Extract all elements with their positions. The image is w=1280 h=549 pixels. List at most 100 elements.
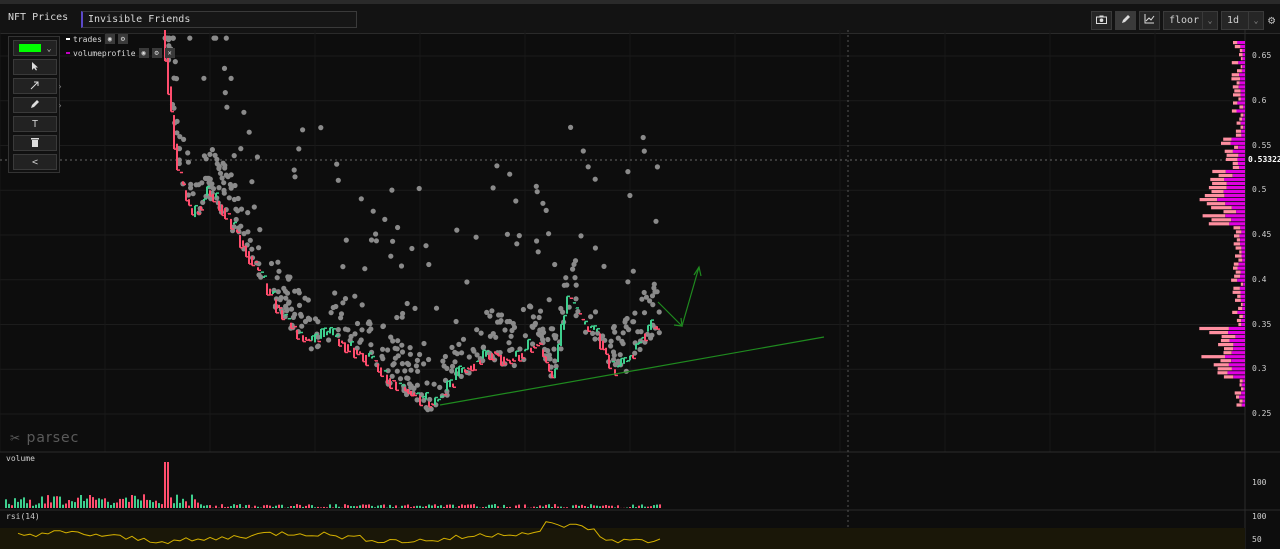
trade-point [334,161,340,167]
trade-point [207,151,213,157]
close-icon[interactable]: ✕ [164,48,175,58]
profile-bar [1242,399,1245,403]
profile-bar [1239,117,1243,121]
brush-tool-button[interactable]: › [13,97,62,113]
trade-point [389,373,395,379]
trade-point [640,134,646,141]
trade-point [625,169,631,175]
arrow-drawing [657,266,700,328]
trade-point [385,347,391,353]
eye-icon[interactable]: ◉ [138,48,149,58]
profile-bar [1238,322,1242,327]
trade-point [466,370,472,376]
interval-select[interactable]: 1d ⌄ [1221,11,1264,30]
profile-bar [1238,306,1243,310]
price-axis-tick: 0.35 [1252,319,1272,329]
metric-select[interactable]: floor ⌄ [1163,11,1218,30]
volume-bar [272,506,274,508]
chevron-right-icon[interactable]: › [56,79,64,93]
delete-drawings-button[interactable] [13,135,57,151]
screenshot-button[interactable] [1091,11,1112,30]
volume-bar [575,504,577,508]
profile-bar [1238,145,1245,149]
legend-trades[interactable]: trades ◉ ⚙ [66,34,128,44]
volume-bar [437,506,439,508]
arrow-tool-icon [30,80,40,93]
draw-toggle-button[interactable] [1115,11,1136,30]
chart-type-button[interactable] [1139,11,1160,30]
trade-point [546,231,552,237]
volume-bar [308,504,310,508]
trade-point [314,344,321,350]
trade-point [498,318,504,324]
trade-point [592,245,599,251]
profile-bar [1212,181,1227,186]
metric-select-value: floor [1169,15,1200,26]
volume-bar [302,506,304,508]
trade-point [650,302,656,308]
trade-point [535,249,541,255]
volume-bar [26,503,28,508]
trade-point [546,297,552,303]
volume-bar [275,505,277,508]
arrow-tool-button[interactable]: › [13,78,62,94]
profile-bar [1235,298,1241,302]
gear-icon[interactable]: ⚙ [151,48,162,58]
trade-point [340,264,346,270]
profile-bar [1234,391,1242,395]
volume-bar [560,506,562,508]
volume-bar [116,502,118,508]
volume-bar [332,507,334,508]
profile-bar [1240,77,1245,81]
volume-bar [353,506,355,508]
trade-point [170,35,176,41]
price-chart[interactable] [0,30,1280,549]
gear-icon[interactable]: ⚙ [1268,14,1280,26]
trade-point [254,154,260,160]
trade-point [601,263,607,269]
legend-volumeprofile[interactable]: volumeprofile ◉ ⚙ ✕ [66,48,175,58]
collection-search-input[interactable] [81,11,357,28]
volume-bar [269,505,271,508]
current-price-tag: 0.533220 [1246,155,1280,165]
profile-bar [1234,89,1241,93]
gear-icon[interactable]: ⚙ [117,34,128,44]
chevron-right-icon[interactable]: › [56,98,64,112]
trade-point [533,183,539,189]
volume-axis-tick: 100 [1252,478,1267,487]
trade-point [256,245,262,251]
trade-point [433,305,440,311]
trade-point [246,129,252,135]
trade-point [617,352,623,358]
eye-icon[interactable]: ◉ [104,34,115,44]
profile-bar [1243,387,1245,391]
trade-point [514,241,520,247]
cursor-tool-button[interactable] [13,59,57,75]
trade-point [560,309,566,315]
text-tool-button[interactable]: T [13,116,57,132]
profile-bar [1224,347,1234,351]
volume-bar [266,504,268,508]
profile-bar [1243,113,1245,117]
trade-point [257,227,263,233]
trade-point [201,75,207,81]
profile-bar [1231,73,1240,77]
color-picker-button[interactable]: ⌄ [13,40,57,56]
trade-point [219,175,225,181]
cursor-icon [31,61,39,74]
chart-area[interactable] [0,30,1280,549]
profile-bar [1236,121,1241,125]
volume-bar [635,507,637,508]
volume-bar [176,494,178,508]
chart-grid [0,30,1245,452]
volume-bar [659,504,661,508]
volume-bar [518,504,520,508]
trade-point [473,234,479,240]
volume-bar [62,504,64,508]
volume-bar [170,497,172,508]
line-chart-icon [1144,14,1155,27]
collapse-toolbox-button[interactable]: < [13,154,57,170]
trade-point [224,104,230,110]
profile-bar [1242,69,1245,73]
volume-bar [188,505,190,508]
